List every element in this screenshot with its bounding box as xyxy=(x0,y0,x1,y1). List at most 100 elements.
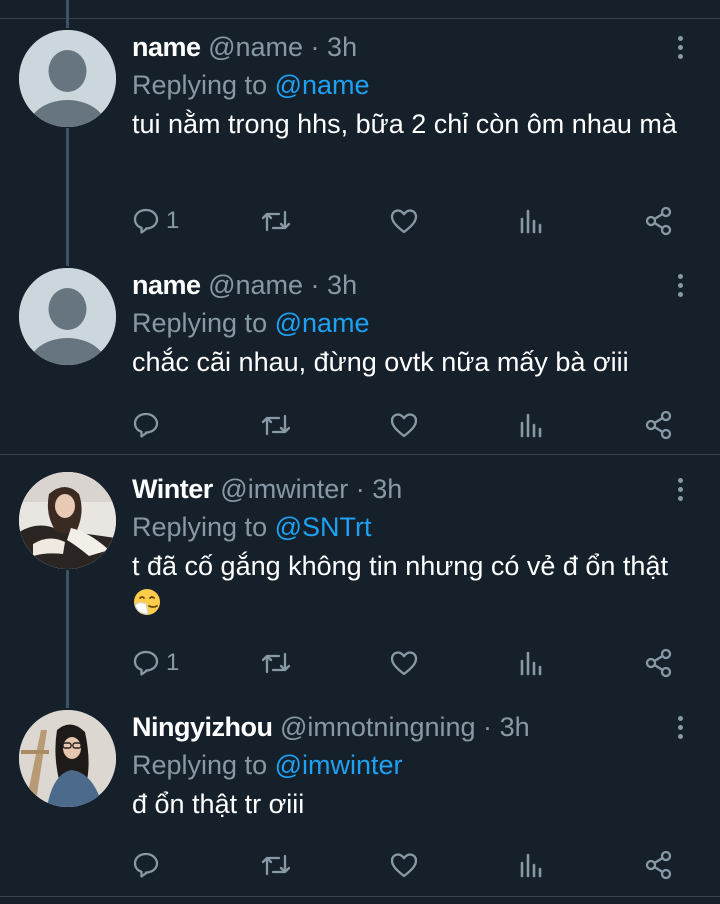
analytics-icon xyxy=(520,413,542,438)
tweet-header: name @name · 3h xyxy=(132,266,680,304)
analytics-button[interactable] xyxy=(518,848,546,882)
tweet-text-body: t đã cố gắng không tin nhưng có vẻ đ ổn … xyxy=(132,551,668,581)
retweet-button[interactable] xyxy=(260,204,292,238)
avatar[interactable] xyxy=(19,472,116,569)
display-name[interactable]: name xyxy=(132,32,201,62)
tweet-text: chắc cãi nhau, đừng ovtk nữa mấy bà ơiii xyxy=(132,347,629,377)
share-button[interactable] xyxy=(644,646,674,680)
reply-icon xyxy=(133,208,159,234)
tweet[interactable]: Winter @imwinter · 3h Replying to @SNTrt… xyxy=(0,470,720,700)
like-button[interactable] xyxy=(389,408,419,442)
replying-prefix: Replying to xyxy=(132,512,275,542)
tweet-header: Winter @imwinter · 3h xyxy=(132,470,680,508)
tweet[interactable]: name @name · 3h Replying to @name tui nằ… xyxy=(0,28,720,248)
mention-link[interactable]: @SNTrt xyxy=(275,512,372,542)
share-icon xyxy=(645,850,672,880)
heart-icon xyxy=(390,651,418,676)
more-options-icon[interactable] xyxy=(670,708,690,746)
timestamp[interactable]: 3h xyxy=(500,712,530,742)
heart-icon xyxy=(390,413,418,438)
retweet-icon xyxy=(261,210,291,232)
tweet[interactable]: Ningyizhou @imnotningning · 3h Replying … xyxy=(0,708,720,898)
analytics-button[interactable] xyxy=(518,408,546,442)
action-bar: 1 xyxy=(132,646,692,680)
separator-dot: · xyxy=(483,712,493,742)
replying-to: Replying to @imwinter xyxy=(132,746,680,784)
analytics-button[interactable] xyxy=(518,646,546,680)
avatar[interactable] xyxy=(19,30,116,127)
replying-prefix: Replying to xyxy=(132,308,275,338)
timestamp[interactable]: 3h xyxy=(372,474,402,504)
timestamp[interactable]: 3h xyxy=(327,270,357,300)
mention-link[interactable]: @name xyxy=(275,70,370,100)
retweet-icon xyxy=(261,414,291,436)
heart-icon xyxy=(390,209,418,234)
reply-button[interactable] xyxy=(132,408,166,442)
tweet[interactable]: name @name · 3h Replying to @name chắc c… xyxy=(0,266,720,446)
tweet-header: Ningyizhou @imnotningning · 3h xyxy=(132,708,680,746)
thread-line xyxy=(66,0,69,28)
tweet-text: tui nằm trong hhs, bữa 2 chỉ còn ôm nhau… xyxy=(132,109,677,139)
replying-to: Replying to @name xyxy=(132,304,680,342)
like-button[interactable] xyxy=(389,204,419,238)
replying-to: Replying to @name xyxy=(132,66,680,104)
like-button[interactable] xyxy=(389,848,419,882)
display-name[interactable]: name xyxy=(132,270,201,300)
display-name[interactable]: Winter xyxy=(132,474,213,504)
retweet-button[interactable] xyxy=(260,408,292,442)
user-handle[interactable]: @imwinter xyxy=(220,474,348,504)
action-bar: 1 xyxy=(132,204,692,238)
separator-dot: · xyxy=(310,32,320,62)
more-options-icon[interactable] xyxy=(670,266,690,304)
reply-button[interactable] xyxy=(132,848,166,882)
separator-dot: · xyxy=(310,270,320,300)
retweet-button[interactable] xyxy=(260,646,292,680)
analytics-icon xyxy=(520,651,542,676)
reply-button[interactable]: 1 xyxy=(132,204,179,238)
share-icon xyxy=(645,410,672,440)
sneezing-face-emoji xyxy=(132,587,162,627)
tweet-divider xyxy=(0,896,720,897)
reply-button[interactable]: 1 xyxy=(132,646,179,680)
user-handle[interactable]: @name xyxy=(208,32,303,62)
separator-dot: · xyxy=(355,474,365,504)
user-handle[interactable]: @name xyxy=(208,270,303,300)
reply-icon xyxy=(133,650,159,676)
tweet-divider xyxy=(0,454,720,455)
reply-count: 1 xyxy=(166,207,180,234)
reply-icon xyxy=(133,412,159,438)
share-icon xyxy=(645,648,672,678)
retweet-icon xyxy=(261,854,291,876)
analytics-button[interactable] xyxy=(518,204,546,238)
top-divider xyxy=(0,18,720,19)
mention-link[interactable]: @name xyxy=(275,308,370,338)
more-options-icon[interactable] xyxy=(670,28,690,66)
analytics-icon xyxy=(520,209,542,234)
like-button[interactable] xyxy=(389,646,419,680)
replying-to: Replying to @SNTrt xyxy=(132,508,680,546)
replying-prefix: Replying to xyxy=(132,750,275,780)
more-options-icon[interactable] xyxy=(670,470,690,508)
reply-icon xyxy=(133,852,159,878)
timestamp[interactable]: 3h xyxy=(327,32,357,62)
analytics-icon xyxy=(520,853,542,878)
display-name[interactable]: Ningyizhou xyxy=(132,712,273,742)
avatar[interactable] xyxy=(19,268,116,365)
tweet-text: đ ổn thật tr ơiii xyxy=(132,789,305,819)
share-button[interactable] xyxy=(644,848,674,882)
user-handle[interactable]: @imnotningning xyxy=(280,712,476,742)
share-button[interactable] xyxy=(644,204,674,238)
mention-link[interactable]: @imwinter xyxy=(275,750,403,780)
tweet-text: t đã cố gắng không tin nhưng có vẻ đ ổn … xyxy=(132,547,680,627)
share-icon xyxy=(645,206,672,236)
retweet-icon xyxy=(261,652,291,674)
retweet-button[interactable] xyxy=(260,848,292,882)
tweet-header: name @name · 3h xyxy=(132,28,680,66)
action-bar xyxy=(132,848,692,882)
heart-icon xyxy=(390,853,418,878)
action-bar xyxy=(132,408,692,442)
reply-thread-feed: name @name · 3h Replying to @name tui nằ… xyxy=(0,0,720,904)
reply-count: 1 xyxy=(166,649,180,676)
avatar[interactable] xyxy=(19,710,116,807)
share-button[interactable] xyxy=(644,408,674,442)
